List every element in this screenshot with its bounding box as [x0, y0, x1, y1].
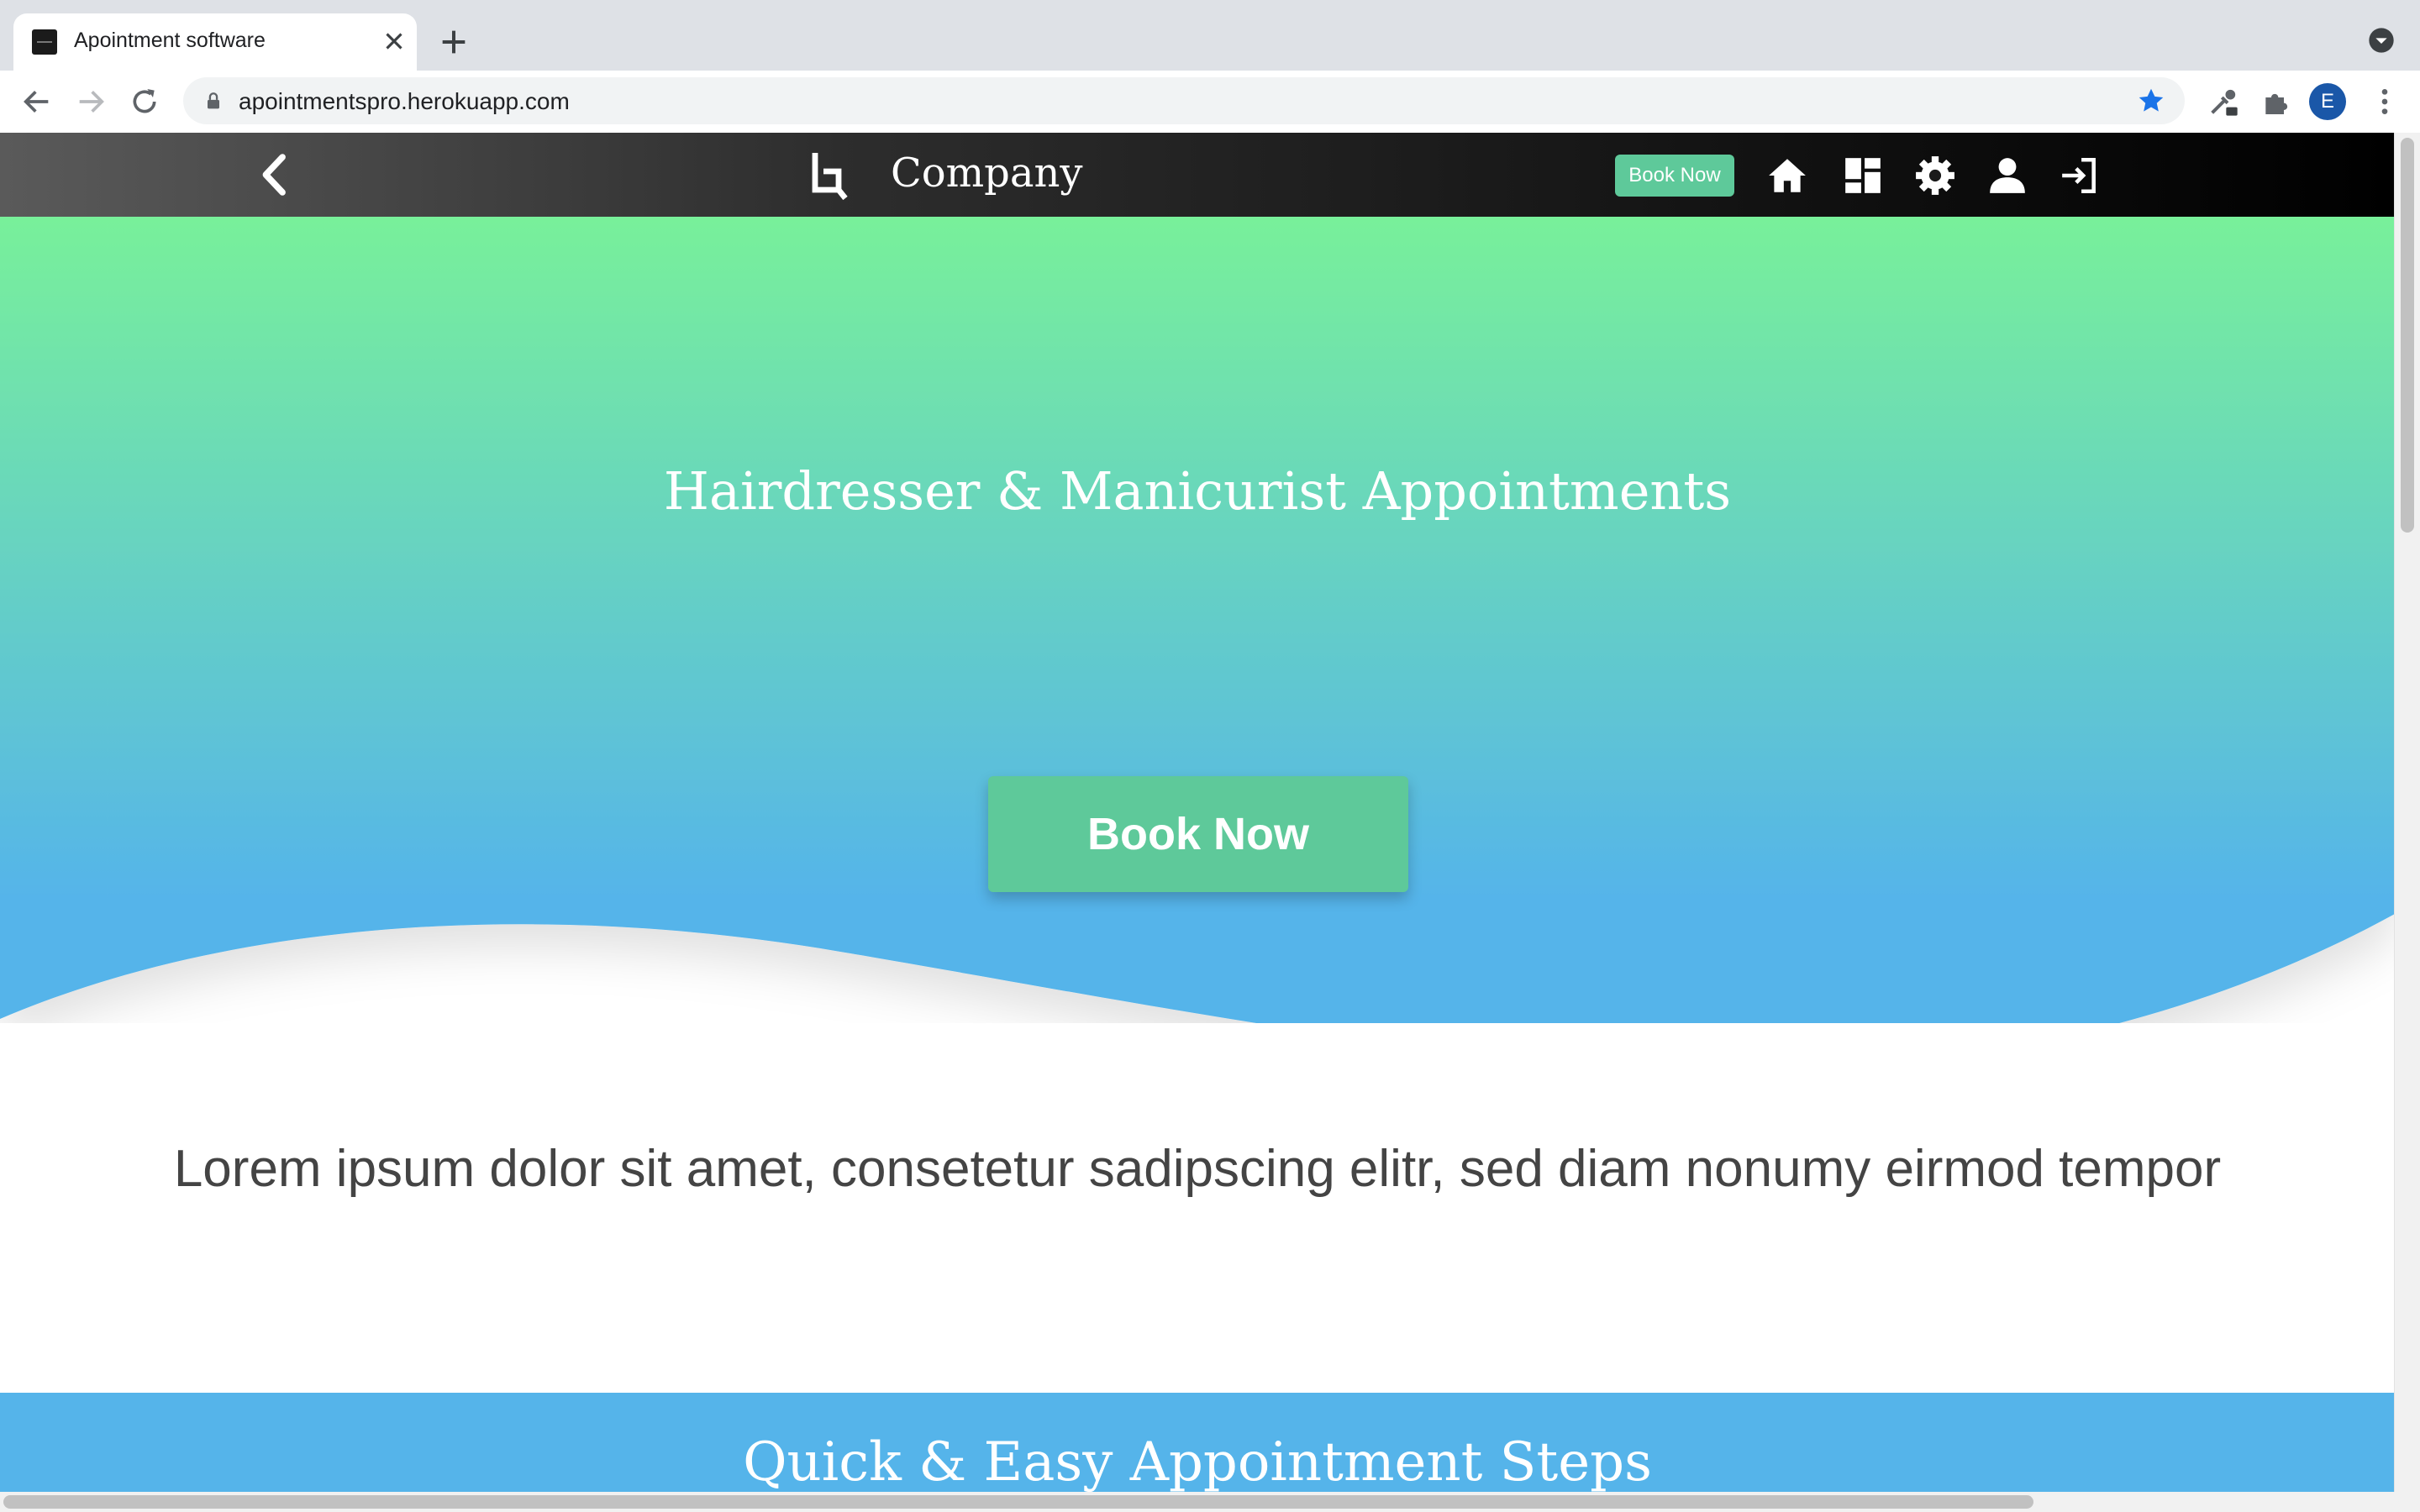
- browser-toolbar: apointmentspro.herokuapp.com E: [0, 71, 2420, 134]
- eyedropper-extension-icon[interactable]: [2207, 85, 2240, 118]
- site-navbar: Company Book Now: [0, 133, 2395, 217]
- home-icon[interactable]: [1766, 155, 1808, 197]
- tab-search-icon[interactable]: [2368, 27, 2395, 54]
- horizontal-scrollbar[interactable]: [0, 1492, 2395, 1512]
- intro-text: Lorem ipsum dolor sit amet, consetetur s…: [173, 1140, 2222, 1198]
- bookmark-star-icon[interactable]: [2136, 86, 2166, 116]
- new-tab-icon[interactable]: [437, 25, 471, 59]
- forward-arrow-icon[interactable]: [74, 85, 108, 118]
- back-icon[interactable]: [252, 151, 299, 198]
- browser-tab[interactable]: Apointment software: [13, 13, 417, 71]
- settings-icon[interactable]: [1914, 155, 1956, 197]
- browser-tab-bar: Apointment software: [0, 0, 2420, 71]
- hero-section: Hairdresser & Manicurist Appointments Bo…: [0, 217, 2395, 1023]
- vertical-scrollbar-thumb[interactable]: [2401, 138, 2414, 533]
- vertical-scrollbar[interactable]: [2394, 133, 2420, 1512]
- back-arrow-icon[interactable]: [20, 85, 54, 118]
- extensions-puzzle-icon[interactable]: [2259, 85, 2292, 118]
- profile-avatar[interactable]: E: [2309, 83, 2346, 120]
- nav-book-now-button[interactable]: Book Now: [1615, 155, 1734, 197]
- address-bar[interactable]: apointmentspro.herokuapp.com: [183, 77, 2185, 124]
- hero-wave-background: [0, 217, 2395, 1023]
- brand-name[interactable]: Company: [891, 150, 1083, 197]
- logo-icon[interactable]: [808, 150, 849, 200]
- favicon-icon: [32, 29, 57, 55]
- more-vert-icon[interactable]: [2368, 85, 2402, 118]
- lock-icon[interactable]: [202, 89, 225, 113]
- page-viewport: Company Book Now Hairdresser & Manicuris…: [0, 133, 2420, 1512]
- steps-title: Quick & Easy Appointment Steps: [743, 1431, 1652, 1494]
- hero-title: Hairdresser & Manicurist Appointments: [663, 460, 1732, 522]
- login-icon[interactable]: [2059, 155, 2101, 197]
- url-text[interactable]: apointmentspro.herokuapp.com: [239, 88, 570, 115]
- reload-icon[interactable]: [128, 85, 161, 118]
- tab-title: Apointment software: [74, 29, 266, 52]
- hero-book-now-button[interactable]: Book Now: [988, 776, 1408, 892]
- close-icon[interactable]: [380, 27, 408, 55]
- user-icon[interactable]: [1986, 155, 2028, 197]
- horizontal-scrollbar-thumb[interactable]: [3, 1495, 2033, 1509]
- dashboard-icon[interactable]: [1842, 155, 1884, 197]
